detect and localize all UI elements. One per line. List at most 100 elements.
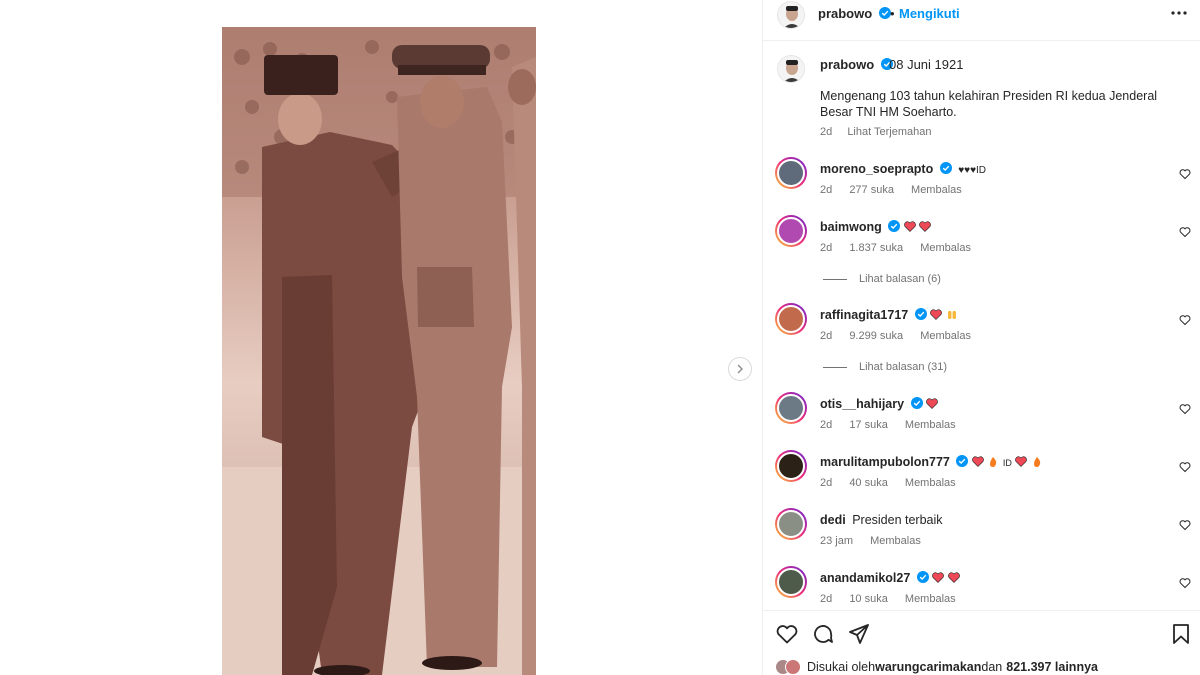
heart-icon[interactable] [1179,461,1191,473]
post-photo[interactable] [222,27,536,675]
red-heart-emoji-icon [919,221,932,232]
commenter-avatar[interactable] [775,566,807,598]
replies-divider-line [823,366,847,368]
follow-state-button[interactable]: Mengikuti [899,6,960,21]
reply-button[interactable]: Membalas [905,593,956,605]
comment-username-text[interactable]: dedi [820,513,846,527]
commenter-avatar[interactable] [775,392,807,424]
caption-username[interactable]: prabowo [820,57,893,72]
header-divider [763,40,1200,41]
heart-icon[interactable] [775,622,799,646]
next-media-button[interactable] [728,357,752,381]
comment-item: marulitampubolon777 ID 2d 40 suka Membal… [763,450,1200,500]
comment-likes[interactable]: 17 suka [849,419,888,431]
liker-username[interactable]: warungcarimakan [875,660,981,674]
heart-icon[interactable] [1179,577,1191,589]
comment-username-text[interactable]: anandamikol27 [820,571,910,585]
comment-meta: 2d 40 suka Membalas [820,477,970,489]
reply-button[interactable]: Membalas [870,535,921,547]
comment-time: 2d [820,184,833,196]
more-options-icon[interactable] [1169,6,1189,20]
comment-username[interactable]: anandamikol27 [820,571,960,585]
heart-icon[interactable] [1179,314,1191,326]
heart-icon[interactable] [1179,168,1191,180]
author-avatar[interactable] [777,1,805,29]
caption-time: 2d [820,126,833,138]
comment-username[interactable]: baimwong [820,220,932,234]
post-side-panel: prabowo • Mengikuti prabowo 08 Juni 1921… [762,0,1200,675]
comment-time: 2d [820,477,833,489]
comment-item: raffinagita1717 2d 9.299 suka Membalas [763,303,1200,353]
verified-badge-icon [878,7,891,19]
heart-icon[interactable] [1179,403,1191,415]
caption-text: Mengenang 103 tahun kelahiran Presiden R… [820,89,1158,119]
comment-username-text[interactable]: baimwong [820,220,882,234]
reply-button[interactable]: Membalas [905,477,956,489]
verified-badge-icon [914,308,927,320]
comment-item: moreno_soeprapto ♥♥♥ID 2d 277 suka Memba… [763,157,1200,207]
comment-username[interactable]: marulitampubolon777 ID [820,455,1043,469]
comment-likes[interactable]: 1.837 suka [849,242,903,254]
view-replies-text[interactable]: Lihat balasan (6) [859,273,941,285]
comment-likes[interactable]: 40 suka [849,477,888,489]
see-translation-link[interactable]: Lihat Terjemahan [847,126,931,138]
comment-likes[interactable]: 9.299 suka [849,330,903,342]
author-username[interactable]: prabowo [818,6,891,21]
reply-button[interactable]: Membalas [905,419,956,431]
comment-meta: 2d 1.837 suka Membalas [820,242,985,254]
comment-time: 23 jam [820,535,854,547]
comment-username-text[interactable]: otis__hahijary [820,397,904,411]
comment-likes[interactable]: 10 suka [849,593,888,605]
caption-date: 08 Juni 1921 [889,57,964,72]
liker-avatar [785,659,801,675]
verified-badge-icon [956,455,969,467]
comment-time: 2d [820,419,833,431]
post-action-bar [763,622,1200,646]
likes-count[interactable]: 821.397 lainnya [1006,660,1098,674]
commenter-avatar[interactable] [775,508,807,540]
fire-emoji-icon [990,457,997,467]
reply-button[interactable]: Membalas [920,242,971,254]
heart-icon[interactable] [1179,226,1191,238]
comment-item: dedi Presiden terbaik 23 jam Membalas [763,508,1200,558]
red-heart-emoji-icon [926,398,938,409]
comment-time: 2d [820,330,833,342]
verified-badge-icon [916,571,929,583]
reply-button[interactable]: Membalas [911,184,962,196]
fire-emoji-icon [1033,457,1040,467]
comment-likes[interactable]: 277 suka [849,184,894,196]
reply-button[interactable]: Membalas [920,330,971,342]
comment-icon[interactable] [811,622,835,646]
view-replies-text[interactable]: Lihat balasan (31) [859,361,947,373]
author-username-text[interactable]: prabowo [818,6,872,21]
bookmark-icon[interactable] [1169,622,1193,646]
comment-username[interactable]: moreno_soeprapto ♥♥♥ID [820,162,986,176]
red-heart-emoji-icon [903,221,916,232]
comment-username-text[interactable]: moreno_soeprapto [820,162,933,176]
comment-username[interactable]: otis__hahijary [820,397,938,411]
commenter-avatar[interactable] [775,157,807,189]
view-replies-button[interactable]: Lihat balasan (31) [823,361,947,373]
commenter-avatar[interactable] [775,215,807,247]
comment-meta: 2d 277 suka Membalas [820,184,976,196]
comment-username[interactable]: raffinagita1717 [820,308,958,322]
heart-icon[interactable] [1179,519,1191,531]
caption-author-avatar[interactable] [777,55,805,83]
verified-badge-icon [888,220,901,232]
caption-username-text[interactable]: prabowo [820,57,874,72]
comment-username-text[interactable]: marulitampubolon777 [820,455,950,469]
comment-username[interactable]: dedi Presiden terbaik [820,513,943,527]
share-icon[interactable] [847,622,871,646]
commenter-avatar[interactable] [775,450,807,482]
comment-time: 2d [820,242,833,254]
view-replies-button[interactable]: Lihat balasan (6) [823,273,941,285]
commenter-avatar[interactable] [775,303,807,335]
likes-summary[interactable]: Disukai oleh warungcarimakan dan 821.397… [775,659,1098,675]
comment-username-text[interactable]: raffinagita1717 [820,308,908,322]
comment-meta: 2d 10 suka Membalas [820,593,970,605]
red-heart-emoji-icon [930,309,943,320]
red-heart-emoji-icon [932,572,945,583]
raised-hands-emoji-icon [947,311,956,319]
comment-time: 2d [820,593,833,605]
actions-divider [763,610,1200,611]
